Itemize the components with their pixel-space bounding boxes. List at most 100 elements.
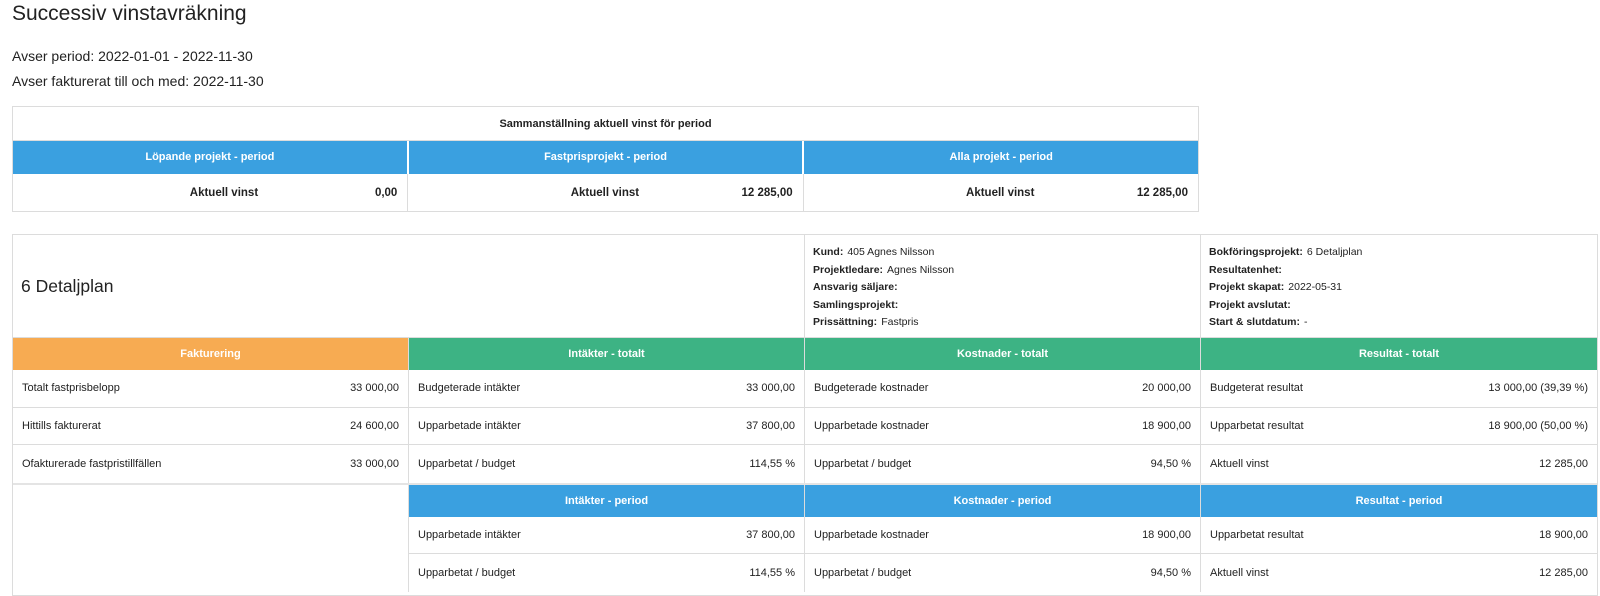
info-key: Prissättning: — [813, 316, 878, 328]
row-label: Upparbetat resultat — [1210, 528, 1304, 541]
row-label: Upparbetat / budget — [418, 457, 516, 470]
intakter-period-header: Intäkter - period — [409, 484, 804, 517]
summary-value: 12 285,00 — [741, 187, 793, 199]
row-label: Aktuell vinst — [1210, 457, 1269, 470]
info-row-resultatenhet: Resultatenhet: — [1209, 262, 1589, 280]
row-value: 37 800,00 — [746, 419, 795, 432]
summary-label: Aktuell vinst — [189, 187, 259, 199]
row-value: 94,50 % — [1150, 457, 1191, 470]
info-key: Ansvarig säljare: — [813, 281, 898, 293]
info-value: 2022-05-31 — [1288, 281, 1342, 293]
info-row-projekt-avslutat: Projekt avslutat: — [1209, 297, 1589, 315]
table-row: Upparbetat resultat 18 900,00 — [1201, 517, 1597, 554]
info-key: Projektledare: — [813, 263, 884, 276]
row-label: Upparbetade kostnader — [814, 419, 929, 432]
kostnader-total-column: Kostnader - totalt Budgeterade kostnader… — [805, 338, 1201, 483]
row-label: Ofakturerade fastpristillfällen — [22, 457, 162, 470]
fakturering-header: Fakturering — [13, 338, 408, 370]
intakter-total-column: Intäkter - totalt Budgeterade intäkter 33… — [409, 338, 805, 483]
row-label: Upparbetade intäkter — [418, 419, 521, 432]
row-value: 24 600,00 — [350, 419, 399, 432]
info-row-prissattning: Prissättning: Fastpris — [813, 314, 1192, 332]
table-row: Upparbetade intäkter 37 800,00 — [409, 517, 804, 554]
row-label: Budgeterade intäkter — [418, 382, 521, 395]
project-info-right: Bokföringsprojekt: 6 Detaljplan Resultate… — [1201, 235, 1597, 337]
summary-header-row: Löpande projekt - period Fastprisprojekt… — [13, 141, 1199, 174]
row-value: 33 000,00 — [350, 457, 399, 470]
intakter-total-header: Intäkter - totalt — [409, 338, 804, 370]
row-value: 37 800,00 — [746, 528, 795, 541]
row-value: 114,55 % — [749, 566, 795, 579]
project-panel: 6 Detaljplan Kund: 405 Agnes Nilsson Proj… — [12, 234, 1598, 596]
resultat-total-column: Resultat - totalt Budgeterat resultat 13 … — [1201, 338, 1597, 483]
row-value: 12 285,00 — [1539, 457, 1588, 470]
project-name: 6 Detaljplan — [13, 235, 805, 337]
resultat-total-header: Resultat - totalt — [1201, 338, 1597, 370]
row-value: 20 000,00 — [1142, 382, 1191, 395]
row-value: 94,50 % — [1150, 566, 1191, 579]
table-row: Upparbetat / budget 114,55 % — [409, 445, 804, 483]
row-label: Upparbetat resultat — [1210, 419, 1304, 432]
summary-label: Aktuell vinst — [966, 187, 1035, 199]
kostnader-period-header: Kostnader - period — [805, 484, 1200, 517]
table-row: Upparbetade intäkter 37 800,00 — [409, 408, 804, 445]
totals-grid: Fakturering Totalt fastprisbelopp 33 000,… — [13, 338, 1597, 483]
info-key: Projekt skapat: — [1209, 281, 1285, 293]
page-title: Successiv vinstavräkning — [12, 2, 247, 25]
row-value: 33 000,00 — [746, 382, 795, 395]
row-value: 18 900,00 — [1142, 528, 1191, 541]
project-header: 6 Detaljplan Kund: 405 Agnes Nilsson Proj… — [13, 235, 1597, 338]
info-key: Projekt avslutat: — [1209, 298, 1291, 311]
info-value: Agnes Nilsson — [887, 263, 955, 276]
table-row: Upparbetade kostnader 18 900,00 — [805, 408, 1200, 445]
info-value: 405 Agnes Nilsson — [847, 246, 935, 258]
row-label: Upparbetat / budget — [418, 566, 516, 579]
row-label: Hittills fakturerat — [22, 419, 101, 432]
row-label: Upparbetat / budget — [814, 566, 912, 579]
row-value: 18 900,00 — [1142, 419, 1191, 432]
kostnader-total-header: Kostnader - totalt — [805, 338, 1200, 370]
summary-value: 12 285,00 — [1136, 187, 1188, 199]
table-row: Ofakturerade fastpristillfällen 33 000,00 — [13, 445, 408, 483]
fakturering-column: Fakturering Totalt fastprisbelopp 33 000,… — [13, 338, 409, 483]
summary-cell-lopande: Aktuell vinst 0,00 — [13, 174, 409, 212]
info-row-projektledare: Projektledare: Agnes Nilsson — [813, 262, 1192, 280]
info-row-start-slutdatum: Start & slutdatum: - — [1209, 314, 1589, 332]
row-label: Aktuell vinst — [1210, 566, 1269, 579]
info-key: Start & slutdatum: — [1209, 316, 1301, 328]
row-label: Upparbetade intäkter — [418, 528, 521, 541]
period-text: Avser period: 2022-01-01 - 2022-11-30 — [12, 48, 253, 64]
info-row-kund: Kund: 405 Agnes Nilsson — [813, 244, 1192, 262]
table-row: Upparbetat / budget 94,50 % — [805, 445, 1200, 483]
row-value: 18 900,00 (50,00 %) — [1488, 419, 1588, 432]
row-value: 33 000,00 — [350, 382, 399, 395]
info-row-projekt-skapat: Projekt skapat: 2022-05-31 — [1209, 279, 1589, 297]
summary-values-row: Aktuell vinst 0,00 Aktuell vinst 12 285,… — [13, 174, 1198, 212]
kostnader-period-column: Kostnader - period Upparbetade kostnader… — [805, 484, 1201, 592]
table-row: Aktuell vinst 12 285,00 — [1201, 554, 1597, 592]
summary-cell-fastpris: Aktuell vinst 12 285,00 — [408, 174, 804, 212]
row-value: 12 285,00 — [1539, 566, 1588, 579]
info-value: 6 Detaljplan — [1306, 246, 1363, 258]
table-row: Budgeterat resultat 13 000,00 (39,39 %) — [1201, 370, 1597, 408]
info-key: Bokföringsprojekt: — [1209, 246, 1303, 258]
info-row-ansvarig-saljare: Ansvarig säljare: — [813, 279, 1192, 297]
row-label: Upparbetade kostnader — [814, 528, 929, 541]
table-row: Upparbetat resultat 18 900,00 (50,00 %) — [1201, 408, 1597, 445]
row-label: Budgeterade kostnader — [814, 382, 929, 395]
resultat-period-header: Resultat - period — [1201, 484, 1597, 517]
summary-panel: Sammanställning aktuell vinst för period… — [12, 106, 1199, 212]
table-row: Aktuell vinst 12 285,00 — [1201, 445, 1597, 483]
summary-title: Sammanställning aktuell vinst för period — [13, 107, 1198, 141]
summary-header-fastpris: Fastprisprojekt - period — [408, 141, 805, 174]
info-row-samlingsprojekt: Samlingsprojekt: — [813, 297, 1192, 315]
table-row: Upparbetade kostnader 18 900,00 — [805, 517, 1200, 554]
info-row-bokforingsprojekt: Bokföringsprojekt: 6 Detaljplan — [1209, 244, 1589, 262]
table-row: Upparbetat / budget 94,50 % — [805, 554, 1200, 592]
period-grid: Intäkter - period Upparbetade intäkter 37… — [13, 482, 1597, 592]
info-key: Samlingsprojekt: — [813, 298, 899, 311]
summary-header-alla: Alla projekt - period — [804, 141, 1199, 174]
row-label: Budgeterat resultat — [1210, 382, 1303, 395]
summary-label: Aktuell vinst — [570, 187, 640, 199]
table-row: Upparbetat / budget 114,55 % — [409, 554, 804, 592]
